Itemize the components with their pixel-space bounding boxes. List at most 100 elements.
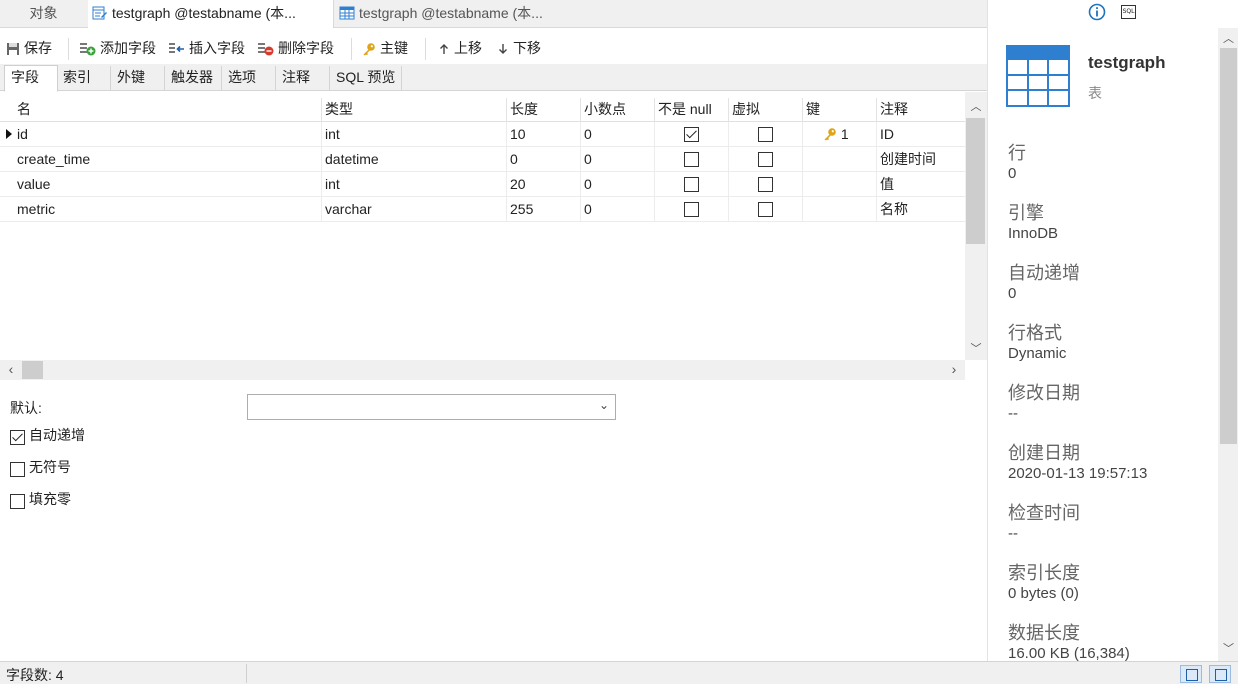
field-name: create_time bbox=[17, 151, 91, 167]
insert-field-button[interactable]: 插入字段 bbox=[169, 38, 245, 58]
field-key-cell[interactable] bbox=[803, 147, 877, 172]
field-comment-cell[interactable]: 名称 bbox=[877, 197, 965, 222]
field-length-cell[interactable]: 10 bbox=[507, 122, 581, 147]
column-header-virtual[interactable]: 虚拟 bbox=[729, 98, 803, 122]
scrollbar-thumb[interactable] bbox=[22, 361, 43, 379]
column-header-key[interactable]: 键 bbox=[803, 98, 877, 122]
zerofill-option[interactable]: 填充零 bbox=[10, 489, 71, 509]
field-name: metric bbox=[17, 201, 56, 217]
field-name-cell[interactable]: id bbox=[14, 122, 322, 147]
column-header-comment[interactable]: 注释 bbox=[877, 98, 965, 122]
field-key-cell[interactable]: 1 bbox=[803, 122, 877, 147]
field-decimals-cell[interactable]: 0 bbox=[581, 147, 655, 172]
column-header-decimals[interactable]: 小数点 bbox=[581, 98, 655, 122]
field-type-cell[interactable]: varchar bbox=[322, 197, 507, 222]
scroll-down-icon[interactable]: ﹀ bbox=[965, 340, 987, 356]
zerofill-checkbox[interactable] bbox=[10, 494, 25, 509]
ddl-icon[interactable]: SQL bbox=[1121, 5, 1136, 19]
column-header-name[interactable]: 名 bbox=[14, 98, 322, 122]
field-type-cell[interactable]: int bbox=[322, 122, 507, 147]
virtual-checkbox[interactable] bbox=[758, 152, 773, 167]
form-view-button[interactable] bbox=[1209, 665, 1231, 683]
field-length-cell[interactable]: 255 bbox=[507, 197, 581, 222]
info-panel-scrollbar[interactable]: ︿ ﹀ bbox=[1218, 28, 1238, 661]
unsigned-label: 无符号 bbox=[29, 459, 71, 475]
scrollbar-thumb[interactable] bbox=[1220, 48, 1237, 444]
not-null-checkbox[interactable] bbox=[684, 202, 699, 217]
virtual-checkbox[interactable] bbox=[758, 127, 773, 142]
field-length-cell[interactable]: 20 bbox=[507, 172, 581, 197]
virtual-checkbox[interactable] bbox=[758, 202, 773, 217]
primary-key-label: 主键 bbox=[380, 40, 408, 56]
field-comment: 值 bbox=[880, 176, 894, 192]
tab-fields[interactable]: 字段 bbox=[4, 65, 58, 92]
table-row[interactable]: id int 10 0 1 ID bbox=[0, 122, 965, 147]
virtual-checkbox[interactable] bbox=[758, 177, 773, 192]
auto-increment-checkbox[interactable] bbox=[10, 430, 25, 445]
not-null-checkbox[interactable] bbox=[684, 152, 699, 167]
move-down-button[interactable]: 下移 bbox=[497, 38, 541, 58]
designer-tabs: 字段 索引 外键 触发器 选项 注释 SQL 预览 bbox=[0, 64, 987, 92]
move-up-button[interactable]: 上移 bbox=[438, 38, 482, 58]
tab-triggers[interactable]: 触发器 bbox=[165, 66, 222, 91]
tab-options[interactable]: 选项 bbox=[222, 66, 276, 91]
scroll-down-icon[interactable]: ﹀ bbox=[1218, 640, 1238, 656]
unsigned-option[interactable]: 无符号 bbox=[10, 457, 71, 477]
grid-view-button[interactable] bbox=[1180, 665, 1202, 683]
field-decimals-cell[interactable]: 0 bbox=[581, 172, 655, 197]
scroll-left-icon[interactable]: ‹ bbox=[0, 361, 22, 377]
info-label-row-format: 行格式 bbox=[1008, 323, 1062, 343]
field-key-cell[interactable] bbox=[803, 197, 877, 222]
scroll-up-icon[interactable]: ︿ bbox=[965, 98, 987, 114]
field-key-cell[interactable] bbox=[803, 172, 877, 197]
scroll-right-icon[interactable]: › bbox=[943, 361, 965, 377]
table-row[interactable]: metric varchar 255 0 名称 bbox=[0, 197, 965, 222]
tab-objects-label: 对象 bbox=[29, 5, 58, 21]
save-label: 保存 bbox=[24, 40, 52, 56]
field-comment-cell[interactable]: 创建时间 bbox=[877, 147, 965, 172]
grid-vertical-scrollbar[interactable]: ︿ ﹀ bbox=[965, 92, 987, 360]
not-null-checkbox[interactable] bbox=[684, 127, 699, 142]
default-value-select[interactable]: ⌄ bbox=[247, 394, 616, 420]
info-value-created-date: 2020-01-13 19:57:13 bbox=[1008, 465, 1148, 482]
unsigned-checkbox[interactable] bbox=[10, 462, 25, 477]
field-name-cell[interactable]: value bbox=[14, 172, 322, 197]
info-label-rows: 行 bbox=[1008, 143, 1026, 163]
tab-foreign-keys[interactable]: 外键 bbox=[111, 66, 165, 91]
column-header-type[interactable]: 类型 bbox=[322, 98, 507, 122]
tab-indexes[interactable]: 索引 bbox=[57, 66, 111, 91]
scroll-up-icon[interactable]: ︿ bbox=[1218, 30, 1238, 46]
save-button[interactable]: 保存 bbox=[6, 38, 52, 58]
column-header-not-null[interactable]: 不是 null bbox=[655, 98, 729, 122]
field-length-cell[interactable]: 0 bbox=[507, 147, 581, 172]
not-null-checkbox[interactable] bbox=[684, 177, 699, 192]
delete-field-button[interactable]: 删除字段 bbox=[258, 38, 334, 58]
tab-comment[interactable]: 注释 bbox=[276, 66, 330, 91]
add-field-button[interactable]: 添加字段 bbox=[80, 38, 156, 58]
field-comment-cell[interactable]: 值 bbox=[877, 172, 965, 197]
tab-table-design[interactable]: testgraph @testabname (本... bbox=[88, 0, 334, 28]
field-decimals-cell[interactable]: 0 bbox=[581, 197, 655, 222]
info-value-rows: 0 bbox=[1008, 165, 1017, 182]
field-name: value bbox=[17, 176, 51, 192]
auto-increment-option[interactable]: 自动递增 bbox=[10, 425, 85, 445]
info-icon[interactable] bbox=[1088, 3, 1106, 21]
field-type-cell[interactable]: datetime bbox=[322, 147, 507, 172]
table-row[interactable]: value int 20 0 值 bbox=[0, 172, 965, 197]
column-header-length[interactable]: 长度 bbox=[507, 98, 581, 122]
table-row[interactable]: create_time datetime 0 0 创建时间 bbox=[0, 147, 965, 172]
field-decimals-cell[interactable]: 0 bbox=[581, 122, 655, 147]
info-value-engine: InnoDB bbox=[1008, 225, 1059, 242]
field-type-cell[interactable]: int bbox=[322, 172, 507, 197]
tab-objects[interactable]: 对象 bbox=[0, 0, 87, 28]
primary-key-button[interactable]: 主键 bbox=[362, 38, 408, 58]
scrollbar-thumb[interactable] bbox=[966, 118, 985, 244]
field-name-cell[interactable]: create_time bbox=[14, 147, 322, 172]
field-name-cell[interactable]: metric bbox=[14, 197, 322, 222]
field-not-null-cell bbox=[655, 147, 729, 172]
tab-sql-preview[interactable]: SQL 预览 bbox=[330, 66, 402, 91]
tab-triggers-label: 触发器 bbox=[171, 69, 213, 85]
grid-horizontal-scrollbar[interactable]: ‹ › bbox=[0, 360, 965, 380]
tab-table-data[interactable]: testgraph @testabname (本... bbox=[335, 0, 581, 28]
field-comment-cell[interactable]: ID bbox=[877, 122, 965, 147]
